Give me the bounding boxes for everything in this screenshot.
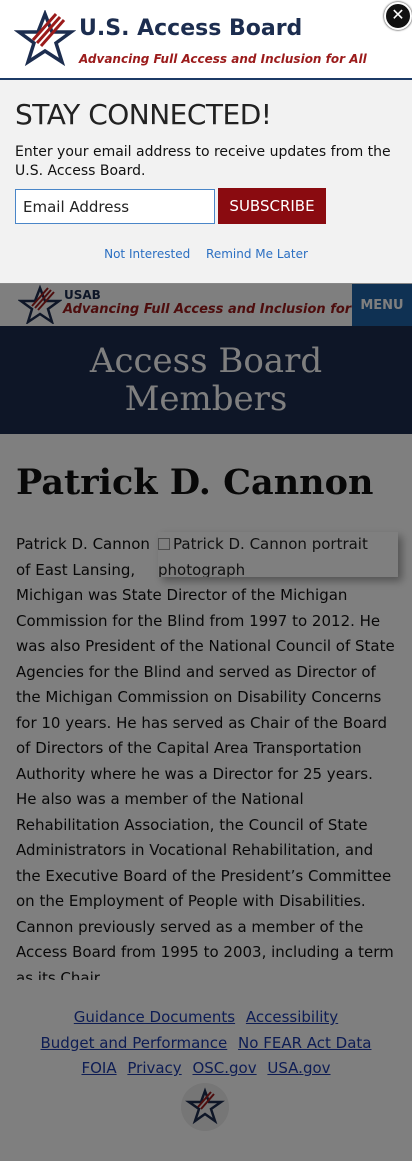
popup-heading: STAY CONNECTED! xyxy=(15,98,272,131)
newsletter-popup: U.S. Access Board Advancing Full Access … xyxy=(0,0,412,284)
popup-org-name: U.S. Access Board xyxy=(79,16,303,41)
remind-later-link[interactable]: Remind Me Later xyxy=(206,247,308,261)
popup-header: U.S. Access Board Advancing Full Access … xyxy=(0,0,412,80)
popup-description: Enter your email address to receive upda… xyxy=(15,144,391,179)
close-icon[interactable]: ✕ xyxy=(384,2,412,30)
popup-tagline: Advancing Full Access and Inclusion for … xyxy=(79,52,367,66)
subscribe-button[interactable]: SUBSCRIBE xyxy=(218,188,326,224)
not-interested-link[interactable]: Not Interested xyxy=(104,247,190,261)
access-board-logo xyxy=(14,10,76,67)
email-input[interactable] xyxy=(15,189,215,224)
popup-secondary-links: Not Interested Remind Me Later xyxy=(0,247,412,261)
